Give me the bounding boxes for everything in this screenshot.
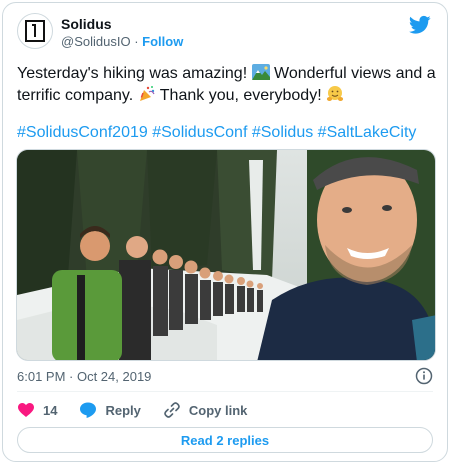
- hashtag-list: #SolidusConf2019 #SolidusConf #Solidus #…: [17, 122, 437, 144]
- tweet-timestamp[interactable]: 6:01 PM · Oct 24, 2019: [17, 369, 151, 385]
- tweet-text: Yesterday's hiking was amazing! Wonderfu…: [17, 63, 437, 107]
- hashtag-link[interactable]: #Solidus: [252, 124, 313, 141]
- copy-link-label: Copy link: [188, 402, 248, 418]
- follow-button[interactable]: Follow: [142, 34, 183, 49]
- separator-dot: ·: [134, 34, 139, 49]
- tweet-text-part1: Yesterday's hiking was amazing!: [17, 65, 252, 82]
- avatar[interactable]: [17, 13, 53, 49]
- hashtag-link[interactable]: #SolidusConf2019: [17, 124, 148, 141]
- reply-bubble-icon: [80, 402, 97, 418]
- info-icon[interactable]: [415, 367, 433, 385]
- author-block: Solidus @SolidusIO · Follow: [61, 15, 183, 51]
- action-bar: 14 Reply Copy link: [17, 399, 269, 421]
- author-handle-line: @SolidusIO · Follow: [61, 33, 183, 51]
- hugging-face-emoji: [326, 86, 344, 101]
- like-button[interactable]: 14: [17, 401, 57, 419]
- hashtag-link[interactable]: #SaltLakeCity: [318, 124, 417, 141]
- tweet-photo[interactable]: [16, 149, 436, 361]
- read-replies-button[interactable]: Read 2 replies: [17, 427, 433, 453]
- hashtag-link[interactable]: #SolidusConf: [152, 124, 247, 141]
- party-popper-emoji: [139, 86, 155, 101]
- heart-icon: [18, 403, 34, 417]
- copy-link-button[interactable]: Copy link: [163, 401, 248, 419]
- solidus-logo-icon: [25, 20, 45, 42]
- tweet-text-part3: Thank you, everybody!: [155, 87, 327, 104]
- author-display-name[interactable]: Solidus: [61, 15, 183, 33]
- divider: [17, 391, 433, 392]
- tweet-header: Solidus @SolidusIO · Follow: [17, 13, 433, 53]
- twitter-bird-icon[interactable]: [409, 15, 431, 35]
- mountain-landscape-emoji: [251, 64, 270, 80]
- link-icon: [164, 402, 180, 418]
- like-count: 14: [43, 402, 58, 418]
- reply-label: Reply: [105, 402, 141, 418]
- reply-button[interactable]: Reply: [79, 401, 141, 419]
- author-handle[interactable]: @SolidusIO: [61, 34, 131, 49]
- tweet-card: Solidus @SolidusIO · Follow Yesterday's …: [2, 2, 448, 462]
- group-hiking-selfie-photo: [17, 150, 435, 360]
